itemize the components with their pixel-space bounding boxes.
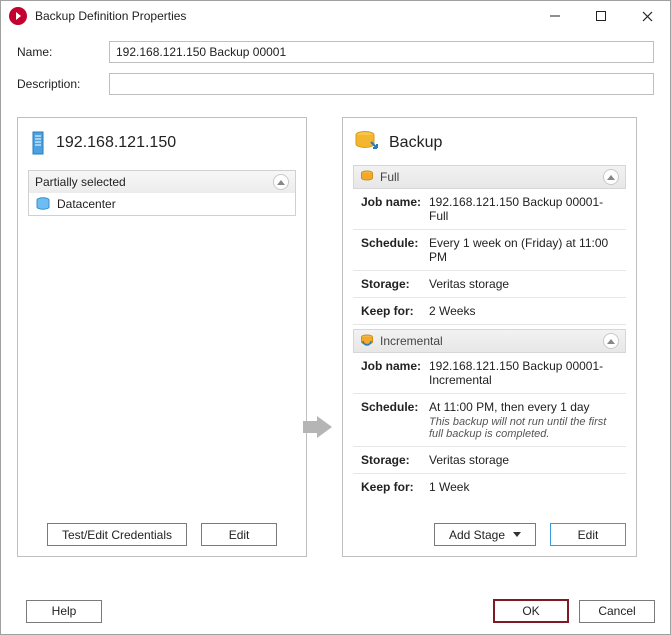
add-stage-button[interactable]: Add Stage	[434, 523, 536, 546]
maximize-button[interactable]	[578, 1, 624, 31]
collapse-icon	[603, 333, 619, 349]
chevron-down-icon	[513, 532, 521, 537]
selection-item-label: Datacenter	[57, 197, 116, 211]
schedule-note: This backup will not run until the first…	[429, 416, 618, 440]
full-section-header[interactable]: Full	[353, 165, 626, 189]
full-icon	[360, 170, 374, 185]
backup-panel-footer: Add Stage Edit	[353, 515, 626, 546]
description-input[interactable]	[109, 73, 654, 95]
arrow-right-icon	[317, 416, 332, 438]
kv-value: 2 Weeks	[429, 304, 618, 318]
kv-key: Keep for:	[361, 304, 423, 318]
app-logo-icon	[9, 7, 27, 25]
source-edit-button[interactable]: Edit	[201, 523, 277, 546]
cancel-button[interactable]: Cancel	[579, 600, 655, 623]
backup-title: Backup	[389, 134, 442, 152]
server-name: 192.168.121.150	[56, 134, 176, 152]
kv-value: Veritas storage	[429, 453, 618, 467]
kv-value: Veritas storage	[429, 277, 618, 291]
close-button[interactable]	[624, 1, 670, 31]
selection-group: Partially selected Datacenter	[28, 170, 296, 216]
incremental-icon	[360, 334, 374, 349]
kv-value: Every 1 week on (Friday) at 11:00 PM	[429, 236, 618, 264]
titlebar: Backup Definition Properties	[1, 1, 670, 31]
add-stage-label: Add Stage	[449, 528, 505, 542]
backup-header: Backup	[353, 130, 626, 155]
kv-key: Job name:	[361, 195, 423, 223]
selection-group-label: Partially selected	[35, 175, 126, 189]
kv-key: Storage:	[361, 277, 423, 291]
datacenter-icon	[35, 197, 51, 211]
backup-panel: Backup Full Job name:192.168.121.150 Bac…	[342, 117, 637, 557]
incremental-section-label: Incremental	[380, 334, 597, 348]
incremental-section-header[interactable]: Incremental	[353, 329, 626, 353]
name-input[interactable]	[109, 41, 654, 63]
minimize-button[interactable]	[532, 1, 578, 31]
kv-key: Schedule:	[361, 236, 423, 264]
name-label: Name:	[17, 45, 109, 59]
test-edit-credentials-button[interactable]: Test/Edit Credentials	[47, 523, 187, 546]
window-title: Backup Definition Properties	[35, 9, 532, 23]
source-panel-footer: Test/Edit Credentials Edit	[28, 515, 296, 546]
kv-value: 192.168.121.150 Backup 00001-Full	[429, 195, 618, 223]
server-header: 192.168.121.150	[28, 130, 296, 156]
kv-key: Schedule:	[361, 400, 423, 440]
selection-group-header[interactable]: Partially selected	[29, 171, 295, 193]
help-button[interactable]: Help	[26, 600, 102, 623]
kv-value: At 11:00 PM, then every 1 day	[429, 400, 618, 414]
bottom-bar: Help OK Cancel	[0, 589, 671, 635]
full-section-label: Full	[380, 170, 597, 184]
kv-key: Job name:	[361, 359, 423, 387]
collapse-icon	[603, 169, 619, 185]
form-area: Name: Description:	[1, 31, 670, 111]
kv-value: 1 Week	[429, 480, 618, 494]
ok-button[interactable]: OK	[493, 599, 569, 623]
arrow-column	[317, 117, 332, 557]
collapse-icon	[273, 174, 289, 190]
server-icon	[28, 130, 48, 156]
backup-icon	[353, 130, 379, 155]
selection-item[interactable]: Datacenter	[29, 193, 295, 215]
description-label: Description:	[17, 77, 109, 91]
backup-edit-button[interactable]: Edit	[550, 523, 626, 546]
kv-key: Keep for:	[361, 480, 423, 494]
kv-value: 192.168.121.150 Backup 00001-Incremental	[429, 359, 618, 387]
main-area: 192.168.121.150 Partially selected Datac…	[1, 111, 670, 557]
source-panel: 192.168.121.150 Partially selected Datac…	[17, 117, 307, 557]
kv-key: Storage:	[361, 453, 423, 467]
